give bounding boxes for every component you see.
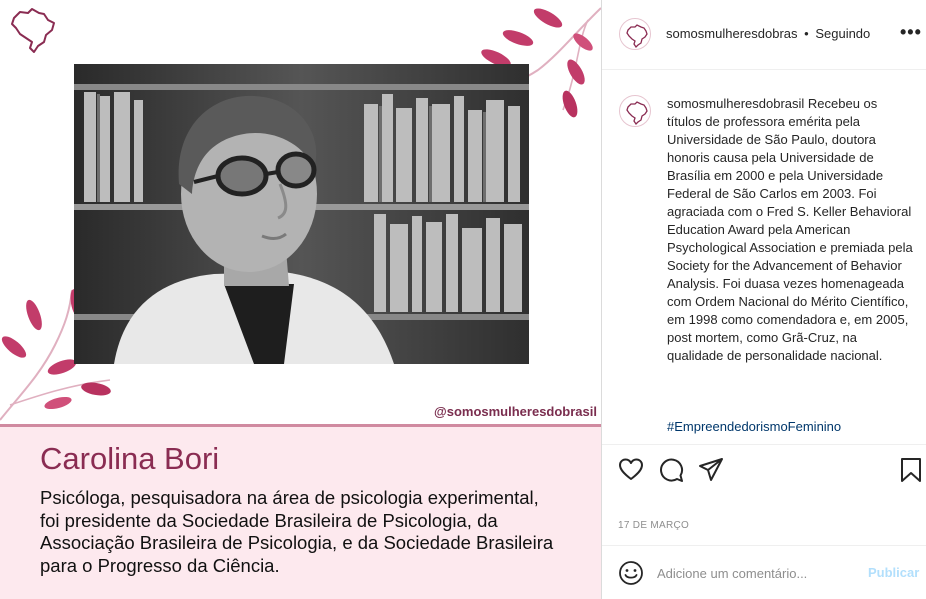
share-icon[interactable] xyxy=(698,457,724,483)
comments-section: somosmulheresdobrasil Recebeu os títulos… xyxy=(602,71,926,443)
person-name: Carolina Bori xyxy=(40,441,220,476)
post-header: somosmulheresdobras • Seguindo ••• xyxy=(602,0,926,70)
person-bio: Psicóloga, pesquisadora na área de psico… xyxy=(40,487,554,576)
brazil-map-icon xyxy=(11,8,55,53)
brazil-map-icon xyxy=(626,24,648,49)
comment-input[interactable] xyxy=(657,562,857,584)
emoji-icon[interactable] xyxy=(618,560,644,586)
more-options-icon[interactable]: ••• xyxy=(900,22,922,43)
avatar[interactable] xyxy=(619,95,651,127)
comment-icon[interactable] xyxy=(658,457,684,483)
heart-icon[interactable] xyxy=(618,457,644,483)
comment-username[interactable]: somosmulheresdobrasil xyxy=(667,96,804,111)
bookmark-icon[interactable] xyxy=(898,457,924,483)
brazil-map-icon xyxy=(626,101,648,126)
comment-body: Recebeu os títulos de professora emérita… xyxy=(667,96,913,363)
add-comment-bar: Publicar xyxy=(602,545,926,599)
hashtag-link[interactable]: #EmpreendedorismoFeminino xyxy=(667,419,841,434)
post-date[interactable]: 17 DE MARÇO xyxy=(618,520,689,531)
caption-comment: somosmulheresdobrasil Recebeu os títulos… xyxy=(667,95,915,365)
header-user-line: somosmulheresdobras • Seguindo xyxy=(666,26,870,41)
portrait-photo xyxy=(74,64,529,364)
action-bar xyxy=(602,444,926,494)
post-sidebar: somosmulheresdobras • Seguindo ••• somos… xyxy=(601,0,926,599)
header-separator: • xyxy=(804,26,809,41)
avatar[interactable] xyxy=(619,18,651,50)
publish-button[interactable]: Publicar xyxy=(868,565,919,580)
post-handle-watermark: @somosmulheresdobrasil xyxy=(434,404,597,419)
following-button[interactable]: Seguindo xyxy=(815,26,870,41)
post-image[interactable]: @somosmulheresdobrasil Carolina Bori Psi… xyxy=(0,0,601,599)
header-username[interactable]: somosmulheresdobras xyxy=(666,26,798,41)
caption-band: Carolina Bori Psicóloga, pesquisadora na… xyxy=(0,424,601,599)
